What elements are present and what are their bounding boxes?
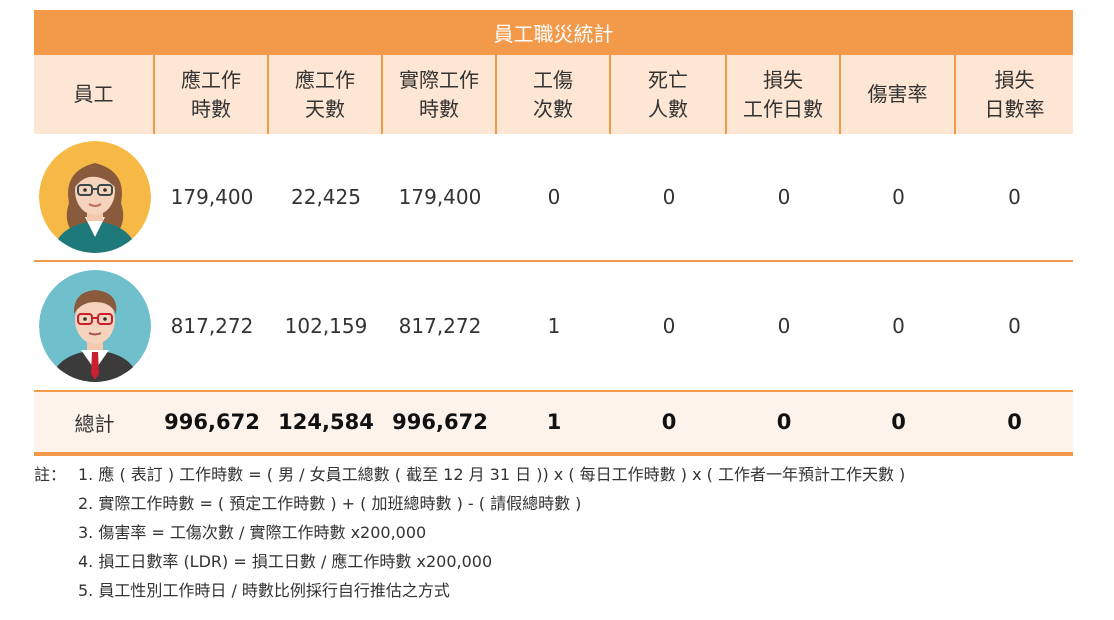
row1-lost-day-rate: 0	[1008, 185, 1021, 209]
row2-actual-hours: 817,272	[398, 314, 482, 338]
table-title: 員工職災統計	[34, 10, 1073, 55]
note-3: 3. 傷害率 = 工傷次數 / 實際工作時數 x200,000	[34, 518, 905, 547]
row1-actual-hours: 179,400	[398, 185, 482, 209]
total-scheduled-hours: 996,672	[164, 410, 260, 434]
total-deaths: 0	[661, 410, 677, 434]
header-lost-day-rate: 損失 日數率	[984, 67, 1045, 121]
total-actual-hours: 996,672	[392, 410, 488, 434]
total-injury-rate: 0	[891, 410, 906, 434]
footnotes: 註： 1. 應 ( 表訂 ) 工作時數 = ( 男 / 女員工總數 ( 截至 1…	[34, 460, 905, 605]
female-employee-avatar	[38, 141, 151, 253]
row1-lost-days: 0	[777, 185, 791, 209]
note-5: 5. 員工性別工作時日 / 時數比例採行自行推估之方式	[34, 576, 905, 605]
row2-scheduled-days: 102,159	[284, 314, 368, 338]
table-row: 179,400 22,425 179,400 0 0 0 0 0	[34, 134, 1073, 262]
total-injury-count: 1	[546, 410, 562, 434]
header-actual-hours: 實際工作 時數	[383, 55, 497, 134]
total-label: 總計	[74, 411, 115, 436]
header-injury-rate: 傷害率	[841, 55, 956, 134]
header-scheduled-days: 應工作 天數	[269, 55, 383, 134]
row2-lost-days: 0	[777, 314, 791, 338]
row1-scheduled-days: 22,425	[291, 185, 361, 209]
injury-statistics-table: 員工職災統計 員工 應工作 時數 應工作 天數 實際工作 時數 工傷 次數 死亡…	[34, 10, 1073, 456]
male-employee-avatar	[38, 270, 151, 382]
header-employee: 員工	[34, 55, 155, 134]
note-text: 2. 實際工作時數 = ( 預定工作時數 ) + ( 加班總時數 ) - ( 請…	[78, 494, 582, 513]
header-lost-days: 損失 工作日數	[727, 55, 841, 134]
note-text: 3. 傷害率 = 工傷次數 / 實際工作時數 x200,000	[78, 523, 427, 542]
row1-scheduled-hours: 179,400	[170, 185, 254, 209]
note-2: 2. 實際工作時數 = ( 預定工作時數 ) + ( 加班總時數 ) - ( 請…	[34, 489, 905, 518]
row1-deaths: 0	[662, 185, 676, 209]
notes-prefix: 註：	[34, 465, 67, 484]
row1-injury-count: 0	[547, 185, 561, 209]
header-injury-count: 工傷 次數	[497, 55, 611, 134]
header-row: 員工 應工作 時數 應工作 天數 實際工作 時數 工傷 次數 死亡 人數 損失 …	[34, 55, 1073, 134]
total-row: 總計 996,672 124,584 996,672 1 0 0 0 0	[34, 390, 1073, 456]
table-row: 817,272 102,159 817,272 1 0 0 0 0	[34, 262, 1073, 390]
header-deaths: 死亡 人數	[611, 55, 727, 134]
header-scheduled-hours: 應工作 時數	[155, 55, 269, 134]
note-text: 4. 損工日數率 (LDR) = 損工日數 / 應工作時數 x200,000	[78, 552, 493, 571]
row2-scheduled-hours: 817,272	[170, 314, 254, 338]
note-4: 4. 損工日數率 (LDR) = 損工日數 / 應工作時數 x200,000	[34, 547, 905, 576]
total-lost-day-rate: 0	[1007, 410, 1022, 434]
row2-injury-rate: 0	[892, 314, 905, 338]
total-lost-days: 0	[776, 410, 792, 434]
note-1: 註： 1. 應 ( 表訂 ) 工作時數 = ( 男 / 女員工總數 ( 截至 1…	[34, 460, 905, 489]
row2-injury-count: 1	[547, 314, 561, 338]
note-text: 5. 員工性別工作時日 / 時數比例採行自行推估之方式	[78, 581, 450, 600]
row2-deaths: 0	[662, 314, 676, 338]
total-scheduled-days: 124,584	[278, 410, 374, 434]
row2-lost-day-rate: 0	[1008, 314, 1021, 338]
row1-injury-rate: 0	[892, 185, 905, 209]
note-text: 1. 應 ( 表訂 ) 工作時數 = ( 男 / 女員工總數 ( 截至 12 月…	[78, 465, 906, 484]
